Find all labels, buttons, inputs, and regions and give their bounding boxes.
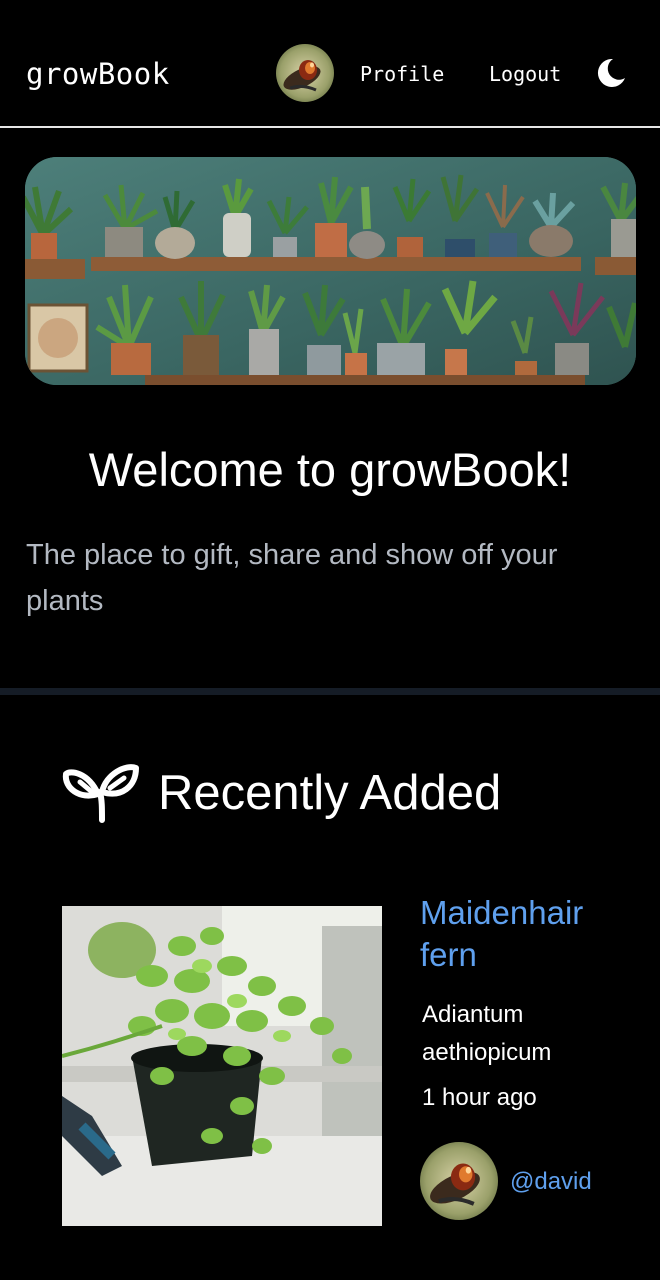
section-title: Recently Added xyxy=(158,766,502,820)
moon-icon xyxy=(597,58,625,87)
theme-toggle-button[interactable] xyxy=(594,56,628,90)
nav-logout-link[interactable]: Logout xyxy=(489,56,561,92)
owner-avatar[interactable] xyxy=(420,1142,498,1220)
plant-shelves-illustration xyxy=(25,157,636,385)
fern-photo-illustration xyxy=(62,906,382,1226)
section-divider xyxy=(0,688,660,695)
nav-avatar[interactable] xyxy=(276,44,334,102)
brand-logo[interactable]: growBook xyxy=(26,52,170,96)
hero-title: Welcome to growBook! xyxy=(88,443,572,496)
avatar-image-icon xyxy=(420,1142,498,1220)
plant-photo[interactable] xyxy=(62,906,382,1226)
plant-name-link[interactable]: Maidenhair fern xyxy=(420,892,620,976)
nav-profile-link[interactable]: Profile xyxy=(360,56,444,92)
hero-subtitle: The place to gift, share and show off yo… xyxy=(26,539,558,617)
sprout-icon xyxy=(62,764,140,824)
owner-handle-link[interactable]: @david xyxy=(510,1164,592,1200)
plant-card: Maidenhair fern Adiantum aethiopicum 1 h… xyxy=(62,894,622,1226)
plant-added-time: 1 hour ago xyxy=(422,1084,537,1111)
plant-scientific-name: Adiantum aethiopicum xyxy=(422,1001,552,1066)
avatar-image-icon xyxy=(276,44,334,102)
hero-banner-image xyxy=(25,157,636,385)
navbar: growBook Profile Logout xyxy=(0,0,660,128)
